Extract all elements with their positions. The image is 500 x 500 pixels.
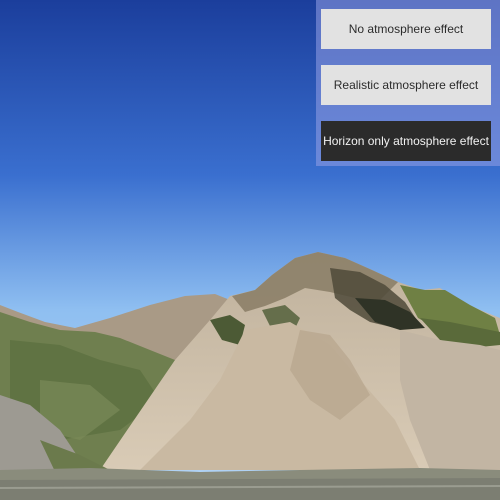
atmosphere-control-panel: No atmosphere effect Realistic atmospher… (316, 0, 500, 166)
scene-viewport[interactable]: No atmosphere effect Realistic atmospher… (0, 0, 500, 500)
horizon-only-atmosphere-button[interactable]: Horizon only atmosphere effect (321, 121, 491, 161)
no-atmosphere-button[interactable]: No atmosphere effect (321, 9, 491, 49)
realistic-atmosphere-button[interactable]: Realistic atmosphere effect (321, 65, 491, 105)
